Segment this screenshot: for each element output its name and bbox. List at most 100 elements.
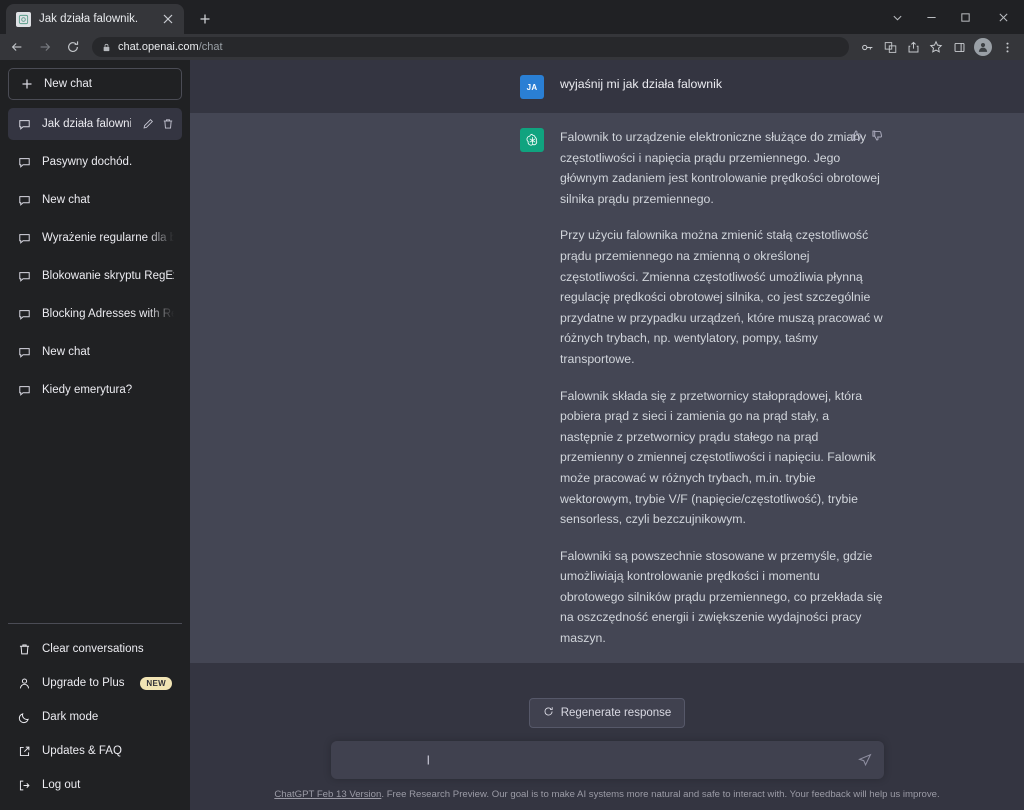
chat-bubble-icon bbox=[18, 270, 31, 283]
assistant-paragraph: Falownik to urządzenie elektroniczne słu… bbox=[560, 130, 880, 206]
thumbs-down-icon[interactable] bbox=[871, 129, 884, 142]
text-cursor-icon: I bbox=[426, 752, 431, 768]
close-icon[interactable] bbox=[160, 11, 176, 27]
close-icon[interactable] bbox=[982, 1, 1024, 33]
version-link[interactable]: ChatGPT Feb 13 Version bbox=[274, 789, 381, 800]
chat-item-label: Blokowanie skryptu RegEx bbox=[42, 270, 174, 282]
share-icon[interactable] bbox=[902, 36, 924, 58]
message-body: Falownik to urządzenie elektroniczne słu… bbox=[560, 127, 884, 649]
window-controls bbox=[880, 0, 1024, 34]
menu-item-label: Clear conversations bbox=[42, 643, 144, 655]
tab-strip: Jak działa falownik. bbox=[0, 0, 1024, 34]
chat-item-label: New chat bbox=[42, 346, 90, 358]
chat-item-actions bbox=[142, 118, 174, 130]
tab-title: Jak działa falownik. bbox=[39, 13, 139, 25]
status-badge: NEW bbox=[140, 676, 172, 690]
assistant-paragraph: Przy użyciu falownika można zmienić stał… bbox=[560, 228, 883, 366]
footer-text: . Free Research Preview. Our goal is to … bbox=[381, 789, 940, 800]
translate-icon[interactable] bbox=[879, 36, 901, 58]
chat-bubble-icon bbox=[18, 346, 31, 359]
page-content: New chat Jak działa falownik. bbox=[0, 60, 1024, 810]
url-text: chat.openai.com/chat bbox=[118, 41, 223, 53]
sidebar-item-upgrade-to-plus[interactable]: Upgrade to Plus NEW bbox=[8, 666, 182, 700]
reload-icon[interactable] bbox=[60, 35, 86, 59]
person-icon bbox=[18, 677, 31, 690]
address-bar[interactable]: chat.openai.com/chat bbox=[92, 37, 849, 57]
url-host: chat.openai.com bbox=[118, 41, 199, 53]
chat-bubble-icon bbox=[18, 194, 31, 207]
chat-history-list: Jak działa falownik. bbox=[8, 108, 182, 623]
chat-bubble-icon bbox=[18, 232, 31, 245]
trash-icon bbox=[18, 643, 31, 656]
sidebar-item-updates-faq[interactable]: Updates & FAQ bbox=[8, 734, 182, 768]
sidebar-chat-item[interactable]: Blocking Adresses with RegEx bbox=[8, 298, 182, 330]
new-chat-label: New chat bbox=[44, 78, 92, 90]
toolbar-icons bbox=[856, 36, 1018, 58]
profile-avatar-icon[interactable] bbox=[974, 38, 992, 56]
forward-arrow-icon[interactable] bbox=[32, 35, 58, 59]
page-icon bbox=[16, 11, 31, 27]
sidebar-chat-item[interactable]: Kiedy emerytura? bbox=[8, 374, 182, 406]
sidebar-chat-item[interactable]: New chat bbox=[8, 184, 182, 216]
external-link-icon bbox=[18, 745, 31, 758]
side-panel-icon[interactable] bbox=[948, 36, 970, 58]
composer: Regenerate response I ChatGPT Feb 13 Ver… bbox=[190, 698, 1024, 810]
browser-tab[interactable]: Jak działa falownik. bbox=[6, 4, 184, 34]
bookmark-star-icon[interactable] bbox=[925, 36, 947, 58]
user-message-text: wyjaśnij mi jak działa falownik bbox=[560, 77, 722, 91]
assistant-message: Falownik to urządzenie elektroniczne słu… bbox=[190, 113, 1024, 663]
sidebar-chat-item[interactable]: Wyrażenie regularne dla bloka bbox=[8, 222, 182, 254]
sidebar-chat-item[interactable]: Pasywny dochód. bbox=[8, 146, 182, 178]
send-plane-icon[interactable] bbox=[857, 753, 872, 767]
footer-disclaimer: ChatGPT Feb 13 Version. Free Research Pr… bbox=[190, 788, 1024, 802]
chat-bubble-icon bbox=[18, 384, 31, 397]
new-chat-button[interactable]: New chat bbox=[8, 68, 182, 100]
plus-icon bbox=[21, 78, 33, 90]
message-feedback-actions bbox=[850, 129, 884, 142]
new-tab-button[interactable] bbox=[192, 6, 218, 32]
menu-item-label: Dark mode bbox=[42, 711, 99, 723]
refresh-icon bbox=[543, 706, 554, 720]
sidebar-item-log-out[interactable]: Log out bbox=[8, 768, 182, 802]
browser-toolbar: chat.openai.com/chat bbox=[0, 34, 1024, 60]
minimize-icon[interactable] bbox=[914, 1, 948, 33]
lock-icon bbox=[102, 43, 111, 52]
assistant-paragraph: Falownik składa się z przetwornicy stało… bbox=[560, 388, 876, 527]
message-input-box[interactable]: I bbox=[330, 741, 884, 779]
chat-item-label: Wyrażenie regularne dla bloka bbox=[42, 232, 174, 244]
maximize-icon[interactable] bbox=[948, 1, 982, 33]
sidebar-item-dark-mode[interactable]: Dark mode bbox=[8, 700, 182, 734]
menu-item-label: Log out bbox=[42, 779, 81, 791]
sidebar-menu: Clear conversations Upgrade to Plus NEW bbox=[8, 623, 182, 802]
chat-item-label: Kiedy emerytura? bbox=[42, 384, 133, 396]
assistant-paragraph: Falowniki są powszechnie stosowane w prz… bbox=[560, 548, 883, 646]
url-path: /chat bbox=[198, 41, 223, 53]
logout-icon bbox=[18, 779, 31, 792]
message-body: wyjaśnij mi jak działa falownik bbox=[560, 74, 884, 99]
chat-bubble-icon bbox=[18, 118, 31, 131]
back-arrow-icon[interactable] bbox=[4, 35, 30, 59]
moon-icon bbox=[18, 711, 31, 724]
sidebar-chat-item[interactable]: Blokowanie skryptu RegEx bbox=[8, 260, 182, 292]
regenerate-response-button[interactable]: Regenerate response bbox=[528, 698, 686, 728]
chatgpt-logo-icon bbox=[520, 128, 544, 152]
main-chat-area: JA wyjaśnij mi jak działa falownik Falow… bbox=[190, 60, 1024, 810]
chat-item-label: Pasywny dochód. bbox=[42, 156, 133, 168]
user-message: JA wyjaśnij mi jak działa falownik bbox=[190, 60, 1024, 113]
pencil-icon[interactable] bbox=[142, 118, 154, 130]
sidebar-item-clear-conversations[interactable]: Clear conversations bbox=[8, 632, 182, 666]
avatar: JA bbox=[520, 75, 544, 99]
more-menu-icon[interactable] bbox=[996, 36, 1018, 58]
sidebar: New chat Jak działa falownik. bbox=[0, 60, 190, 810]
chat-item-label: New chat bbox=[42, 194, 90, 206]
menu-item-label: Upgrade to Plus bbox=[42, 677, 125, 689]
sidebar-chat-item[interactable]: New chat bbox=[8, 336, 182, 368]
chat-bubble-icon bbox=[18, 156, 31, 169]
sidebar-chat-item[interactable]: Jak działa falownik. bbox=[8, 108, 182, 140]
chevron-down-icon[interactable] bbox=[880, 1, 914, 33]
chat-bubble-icon bbox=[18, 308, 31, 321]
trash-icon[interactable] bbox=[162, 118, 174, 130]
chat-item-label: Jak działa falownik. bbox=[42, 118, 131, 130]
thumbs-up-icon[interactable] bbox=[850, 129, 863, 142]
key-icon[interactable] bbox=[856, 36, 878, 58]
